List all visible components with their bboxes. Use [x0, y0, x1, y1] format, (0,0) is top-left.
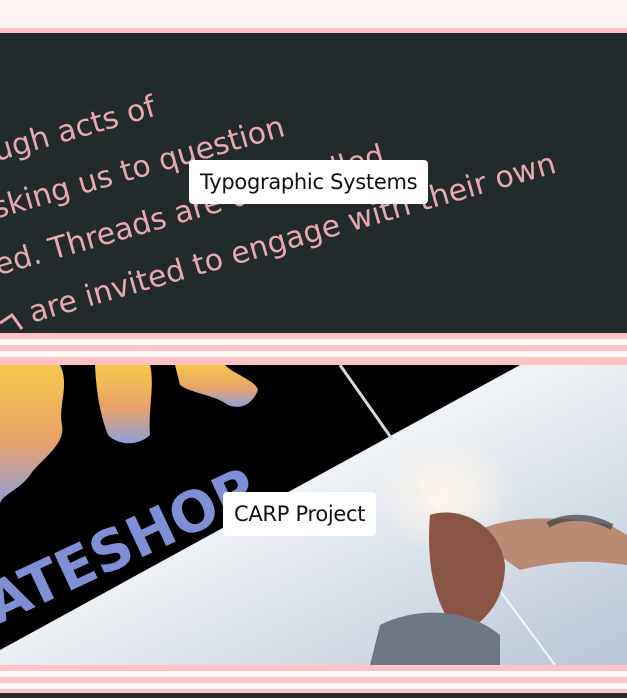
- project-title-carp-project[interactable]: CARP Project: [223, 492, 377, 536]
- project-card-typographic-systems[interactable]: rough acts of asking us to question ed. …: [0, 33, 627, 333]
- project-card-carp-project[interactable]: ATESHOP CARP Project: [0, 365, 627, 665]
- stripe-divider: [0, 357, 627, 365]
- project-title-typographic-systems[interactable]: Typographic Systems: [189, 160, 429, 204]
- next-project-card-peek[interactable]: [0, 693, 627, 698]
- page-header-strip: [0, 0, 627, 28]
